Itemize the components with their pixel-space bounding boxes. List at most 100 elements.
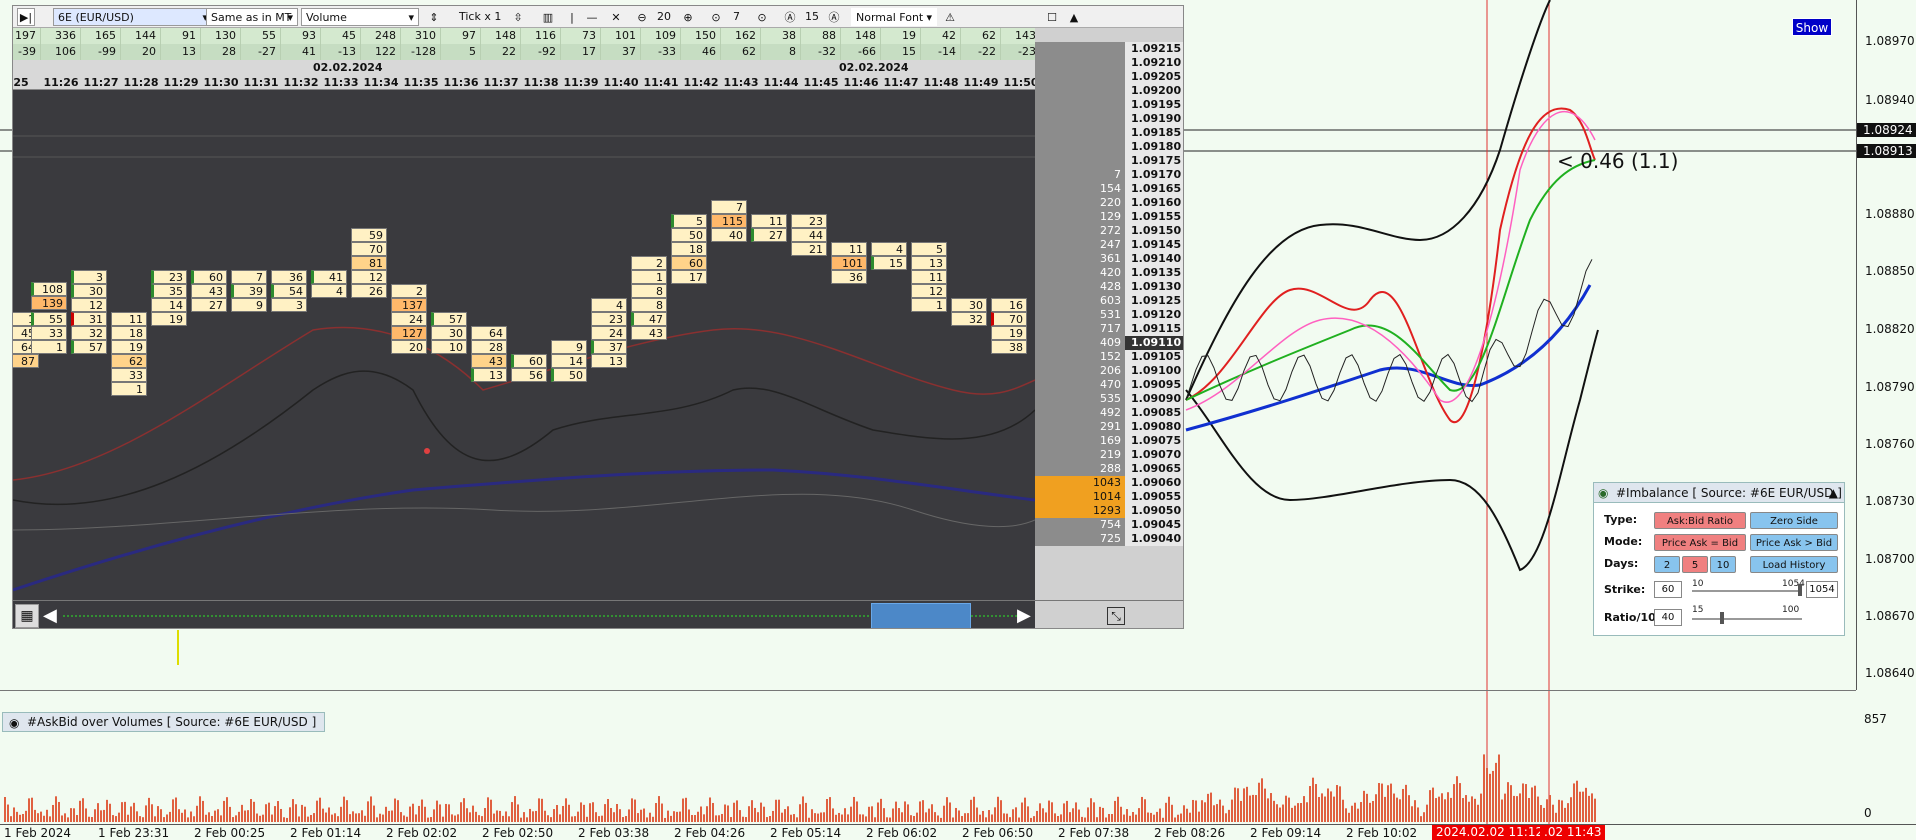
cluster-window[interactable]: ▶| 6E (EUR/USD)▾ Same as in MT▾ Volume▾ … <box>12 5 1184 629</box>
ladder-row[interactable]: 725 1.09040 <box>1035 532 1183 546</box>
ratio-slider-thumb[interactable] <box>1720 612 1724 624</box>
calendar-icon[interactable]: ▦ <box>15 604 39 628</box>
line-icon[interactable]: — <box>583 8 601 26</box>
ladder-price: 1.09205 <box>1125 70 1183 84</box>
ladder-row[interactable]: 361 1.09140 <box>1035 252 1183 266</box>
delta-top: 336 <box>41 28 81 44</box>
ladder-row[interactable]: 1.09175 <box>1035 154 1183 168</box>
strike-slider[interactable] <box>1692 590 1802 592</box>
askbid-bar <box>1282 804 1284 822</box>
ladder-row[interactable]: 409 1.09110 <box>1035 336 1183 350</box>
ladder-row[interactable]: 152 1.09105 <box>1035 350 1183 364</box>
ladder-row[interactable]: 1.09190 <box>1035 112 1183 126</box>
close-icon[interactable]: ✕ <box>607 8 625 26</box>
chevron-up-icon[interactable]: ⊙ <box>753 8 771 26</box>
ladder-row[interactable]: 492 1.09085 <box>1035 406 1183 420</box>
footprint-plot[interactable]: 108 3 30 139 12 1 55 31 11 45 33 32 18 6… <box>13 90 1035 600</box>
ladder-row[interactable]: 603 1.09125 <box>1035 294 1183 308</box>
askbid-panel-label[interactable]: ◉ #AskBid over Volumes [ Source: #6E EUR… <box>2 712 326 732</box>
check-icon[interactable]: ◉ <box>1598 483 1608 503</box>
ladder-row[interactable]: 7 1.09170 <box>1035 168 1183 182</box>
sync-select[interactable]: Same as in MT ▾ <box>206 8 298 26</box>
navigator-scroll-thumb[interactable] <box>871 603 971 628</box>
footprint-cell: 38 <box>991 340 1027 354</box>
ladder-row[interactable]: 420 1.09135 <box>1035 266 1183 280</box>
cluster-navigator[interactable]: ▦ ◀ ▶ ⤡ <box>13 600 1183 628</box>
bar-chart-icon[interactable]: ▥ <box>539 8 557 26</box>
imbalance-panel[interactable]: ◉ #Imbalance [ Source: #6E EUR/USD ] ▲ T… <box>1593 482 1845 636</box>
ladder-row[interactable]: 219 1.09070 <box>1035 448 1183 462</box>
load-history-button[interactable]: Load History <box>1750 556 1838 573</box>
strike-slider-thumb[interactable] <box>1798 584 1802 596</box>
price-ladder[interactable]: 1.09215 1.09210 1.09205 1.09200 1.09195 1.091… <box>1035 28 1183 600</box>
mode-greater-button[interactable]: Price Ask > Bid <box>1750 534 1838 551</box>
askbid-bar <box>46 809 48 822</box>
minus-icon[interactable]: ⊖ <box>633 8 651 26</box>
ladder-row[interactable]: 154 1.09165 <box>1035 182 1183 196</box>
scroll-left-icon[interactable]: ◀ <box>43 604 59 628</box>
ladder-row[interactable]: 1.09200 <box>1035 84 1183 98</box>
collapse-icon[interactable]: ▲ <box>1065 8 1083 26</box>
maximize-icon[interactable]: ☐ <box>1043 8 1061 26</box>
ladder-row[interactable]: 1014 1.09055 <box>1035 490 1183 504</box>
ladder-row[interactable]: 1.09205 <box>1035 70 1183 84</box>
askbid-bar <box>1294 805 1296 822</box>
ladder-row[interactable]: 272 1.09150 <box>1035 224 1183 238</box>
days-10-button[interactable]: 10 <box>1710 556 1736 573</box>
mode-equal-button[interactable]: Price Ask = Bid <box>1654 534 1746 551</box>
strike-max-input[interactable]: 1054 <box>1806 581 1838 598</box>
askbid-bar <box>1360 802 1362 822</box>
mode-select[interactable]: Volume ▾ <box>301 8 419 26</box>
expand-vertical-icon[interactable]: ⇕ <box>425 8 443 26</box>
ladder-row[interactable]: 220 1.09160 <box>1035 196 1183 210</box>
show-button[interactable]: Show <box>1792 18 1832 36</box>
font-select[interactable]: Normal Font ▾ <box>851 8 937 26</box>
ladder-row[interactable]: 1.09185 <box>1035 126 1183 140</box>
askbid-bar <box>427 817 429 822</box>
ladder-row[interactable]: 1043 1.09060 <box>1035 476 1183 490</box>
play-icon[interactable]: ▶| <box>17 8 35 26</box>
type-askbid-button[interactable]: Ask:Bid Ratio <box>1654 512 1746 529</box>
zoom-c: 15 <box>805 10 819 23</box>
ladder-row[interactable]: 470 1.09095 <box>1035 378 1183 392</box>
ladder-row[interactable]: 717 1.09115 <box>1035 322 1183 336</box>
footprint-cell: 56 <box>511 368 547 382</box>
ladder-row[interactable]: 531 1.09120 <box>1035 308 1183 322</box>
ladder-row[interactable]: 428 1.09130 <box>1035 280 1183 294</box>
plus-icon[interactable]: ⊕ <box>679 8 697 26</box>
chevron-down-icon[interactable]: ⊙ <box>707 8 725 26</box>
compress-vertical-icon[interactable]: ⇳ <box>509 8 527 26</box>
footprint-cell: 127 <box>391 326 427 340</box>
ladder-row[interactable]: 247 1.09145 <box>1035 238 1183 252</box>
scroll-right-icon[interactable]: ▶ <box>1017 604 1033 628</box>
ladder-row[interactable]: 291 1.09080 <box>1035 420 1183 434</box>
strike-input[interactable]: 60 <box>1654 581 1682 598</box>
ladder-row[interactable]: 1.09215 <box>1035 42 1183 56</box>
font-size-icon[interactable]: Ⓐ <box>825 8 843 26</box>
ratio-input[interactable]: 40 <box>1654 609 1682 626</box>
ladder-row[interactable]: 206 1.09100 <box>1035 364 1183 378</box>
tick-label[interactable]: Tick x 1 <box>459 8 501 26</box>
ladder-row[interactable]: 169 1.09075 <box>1035 434 1183 448</box>
ladder-row[interactable]: 1.09180 <box>1035 140 1183 154</box>
ratio-slider[interactable] <box>1692 618 1802 620</box>
cluster-time: 25 <box>13 76 29 89</box>
ladder-row[interactable]: 1.09210 <box>1035 56 1183 70</box>
font-size-icon[interactable]: Ⓐ <box>781 8 799 26</box>
askbid-bar <box>730 817 732 822</box>
askbid-bar <box>562 805 564 822</box>
type-zeroside-button[interactable]: Zero Side <box>1750 512 1838 529</box>
ladder-row[interactable]: 1293 1.09050 <box>1035 504 1183 518</box>
ladder-row[interactable]: 754 1.09045 <box>1035 518 1183 532</box>
collapse-icon[interactable]: ▲ <box>1829 483 1838 503</box>
warning-icon[interactable]: ⚠ <box>941 8 959 26</box>
days-5-button[interactable]: 5 <box>1682 556 1708 573</box>
symbol-select[interactable]: 6E (EUR/USD)▾ <box>53 8 213 26</box>
resize-icon[interactable]: ⤡ <box>1107 607 1125 625</box>
ladder-row[interactable]: 288 1.09065 <box>1035 462 1183 476</box>
days-2-button[interactable]: 2 <box>1654 556 1680 573</box>
ladder-row[interactable]: 1.09195 <box>1035 98 1183 112</box>
price-tick: 1.08670 <box>1865 609 1915 623</box>
ladder-row[interactable]: 129 1.09155 <box>1035 210 1183 224</box>
ladder-row[interactable]: 535 1.09090 <box>1035 392 1183 406</box>
